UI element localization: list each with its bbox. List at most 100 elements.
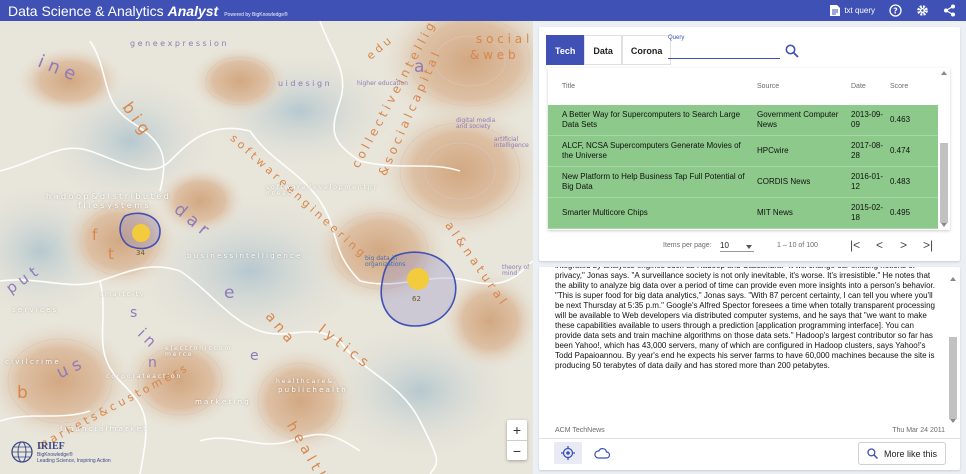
map-label: h e a l t h c a r e & [276, 378, 332, 385]
map-label: s e r v i c e s [12, 306, 57, 314]
chevron-down-icon [746, 245, 752, 249]
map-terrain [0, 21, 533, 474]
items-per-page-select[interactable]: 10 [720, 239, 754, 252]
last-page-button[interactable]: >| [923, 239, 933, 251]
txt-query-label: txt query [844, 6, 875, 15]
map-label: f i l e s y s t e m s [78, 201, 149, 210]
locate-icon [561, 446, 575, 460]
items-per-page-label: Items per page: [663, 242, 712, 249]
search-icon [867, 448, 878, 459]
word-cloud-button[interactable] [588, 442, 616, 464]
cell-source: Government Computer News [757, 110, 839, 129]
document-meta: ACM TechNews Thu Mar 24 2011 [555, 427, 945, 434]
cell-source: HPCwire [757, 146, 789, 155]
cell-score: 0.483 [890, 177, 911, 186]
scroll-up-icon[interactable] [941, 71, 947, 75]
column-title[interactable]: Title [562, 83, 575, 90]
map-label: g e n e e x p r e s s i o n [130, 39, 227, 48]
scroll-up-icon[interactable] [950, 277, 956, 281]
search-panel: Tech Data Corona Query Title Source Date… [539, 27, 960, 261]
help-button[interactable]: ? [889, 4, 902, 17]
query-input[interactable] [668, 43, 780, 59]
cell-date: 2016-01-12 [851, 172, 884, 191]
table-row[interactable]: New Platform to Help Business Tap Full P… [548, 167, 938, 198]
zoom-in-button[interactable]: + [507, 420, 527, 440]
tab-tech[interactable]: Tech [546, 35, 585, 65]
search-button[interactable] [785, 44, 799, 63]
map-label: big data in organizations [365, 255, 406, 268]
map-label: artificial intelligence [494, 136, 529, 149]
brand-emphasis: Analyst [167, 2, 219, 19]
brand-text: Data Science & Analytics [8, 2, 164, 19]
table-scrollbar[interactable] [940, 71, 948, 227]
globe-icon [11, 441, 33, 463]
paginator: Items per page: 10 1 – 10 of 100 |< < > … [539, 235, 960, 255]
column-date[interactable]: Date [851, 83, 866, 90]
cluster-count: 62 [412, 295, 421, 303]
cloud-icon [594, 448, 610, 459]
cell-date: 2015-02-18 [851, 203, 884, 222]
cell-score: 0.495 [890, 208, 911, 217]
map-label: u i d e s i g n [278, 79, 330, 88]
column-score[interactable]: Score [890, 83, 908, 90]
scroll-down-icon[interactable] [950, 419, 956, 423]
map-label: n [148, 355, 157, 371]
document-actions [554, 442, 616, 464]
share-button[interactable] [943, 4, 956, 17]
scroll-thumb[interactable] [949, 337, 957, 419]
cell-score: 0.474 [890, 146, 911, 155]
zoom-out-button[interactable]: − [507, 440, 527, 460]
document-source: ACM TechNews [555, 427, 605, 434]
map-label: e [250, 348, 259, 364]
txt-query-button[interactable]: txt query [829, 4, 875, 17]
table-row[interactable]: Smarter Multicore Chips MIT News 2015-02… [548, 198, 938, 229]
map-label: e [224, 283, 235, 303]
gear-icon [916, 4, 929, 17]
map-label: e l e c t r o n i c c o m m e r c e [165, 345, 231, 358]
previous-page-button[interactable]: < [876, 239, 883, 251]
table-row[interactable]: ALCF, NCSA Supercomputers Generate Movie… [548, 136, 938, 167]
map-label: t [108, 245, 114, 263]
cluster-count: 34 [136, 249, 145, 257]
settings-button[interactable] [916, 4, 929, 17]
map-label: s o f t w a r e d e v e l o p m e n t p … [266, 184, 377, 197]
more-like-this-button[interactable]: More like this [857, 442, 946, 465]
table-row[interactable]: A Better Way for Supercomputers to Searc… [548, 105, 938, 136]
map-label: digital media and society [456, 117, 496, 130]
cell-date: 2013-09-09 [851, 110, 884, 129]
document-text-area[interactable]: integrated by analytics engines such as … [546, 267, 950, 429]
column-source[interactable]: Source [757, 83, 779, 90]
locate-on-map-button[interactable] [554, 442, 582, 464]
cluster-34[interactable] [119, 212, 161, 250]
cell-title: ALCF, NCSA Supercomputers Generate Movie… [562, 141, 741, 160]
cell-source: CORDIS News [757, 177, 811, 186]
zoom-control: + − [507, 420, 527, 460]
topic-map[interactable]: g e n e e x p r e s s i o n s o c i a l … [0, 21, 533, 474]
map-label: m a r k e t i n g [195, 398, 249, 406]
page-range: 1 – 10 of 100 [777, 242, 818, 249]
map-label: f i n a n c i a l m a r k e t [60, 425, 146, 433]
document-panel: integrated by analytics engines such as … [539, 267, 960, 470]
powered-by: Powered by BigKnowledge® [224, 11, 288, 18]
share-icon [943, 4, 956, 17]
items-per-page-value: 10 [720, 241, 729, 250]
txt-query-icon [829, 4, 841, 17]
query-label: Query [668, 35, 685, 41]
map-label: p u b l i c h e a l t h [278, 386, 346, 394]
table-header: Title Source Date Score [548, 68, 938, 105]
tab-corona[interactable]: Corona [621, 35, 672, 65]
map-label: s o c i a l [476, 32, 530, 46]
scroll-thumb[interactable] [940, 143, 948, 223]
map-label: h a d o o p & d i s t r i b u t e d [46, 192, 169, 201]
svg-text:?: ? [893, 6, 898, 15]
map-label: f [92, 226, 98, 244]
app-header: Data Science & Analytics Analyst Powered… [0, 0, 966, 21]
tab-data[interactable]: Data [584, 35, 622, 65]
scroll-down-icon[interactable] [941, 223, 947, 227]
map-label: theory of mind [502, 264, 530, 277]
map-label: c i v i l c r i m e [5, 358, 59, 366]
first-page-button[interactable]: |< [850, 239, 860, 251]
help-icon: ? [889, 4, 902, 17]
document-scrollbar[interactable] [949, 277, 957, 423]
next-page-button[interactable]: > [900, 239, 907, 251]
